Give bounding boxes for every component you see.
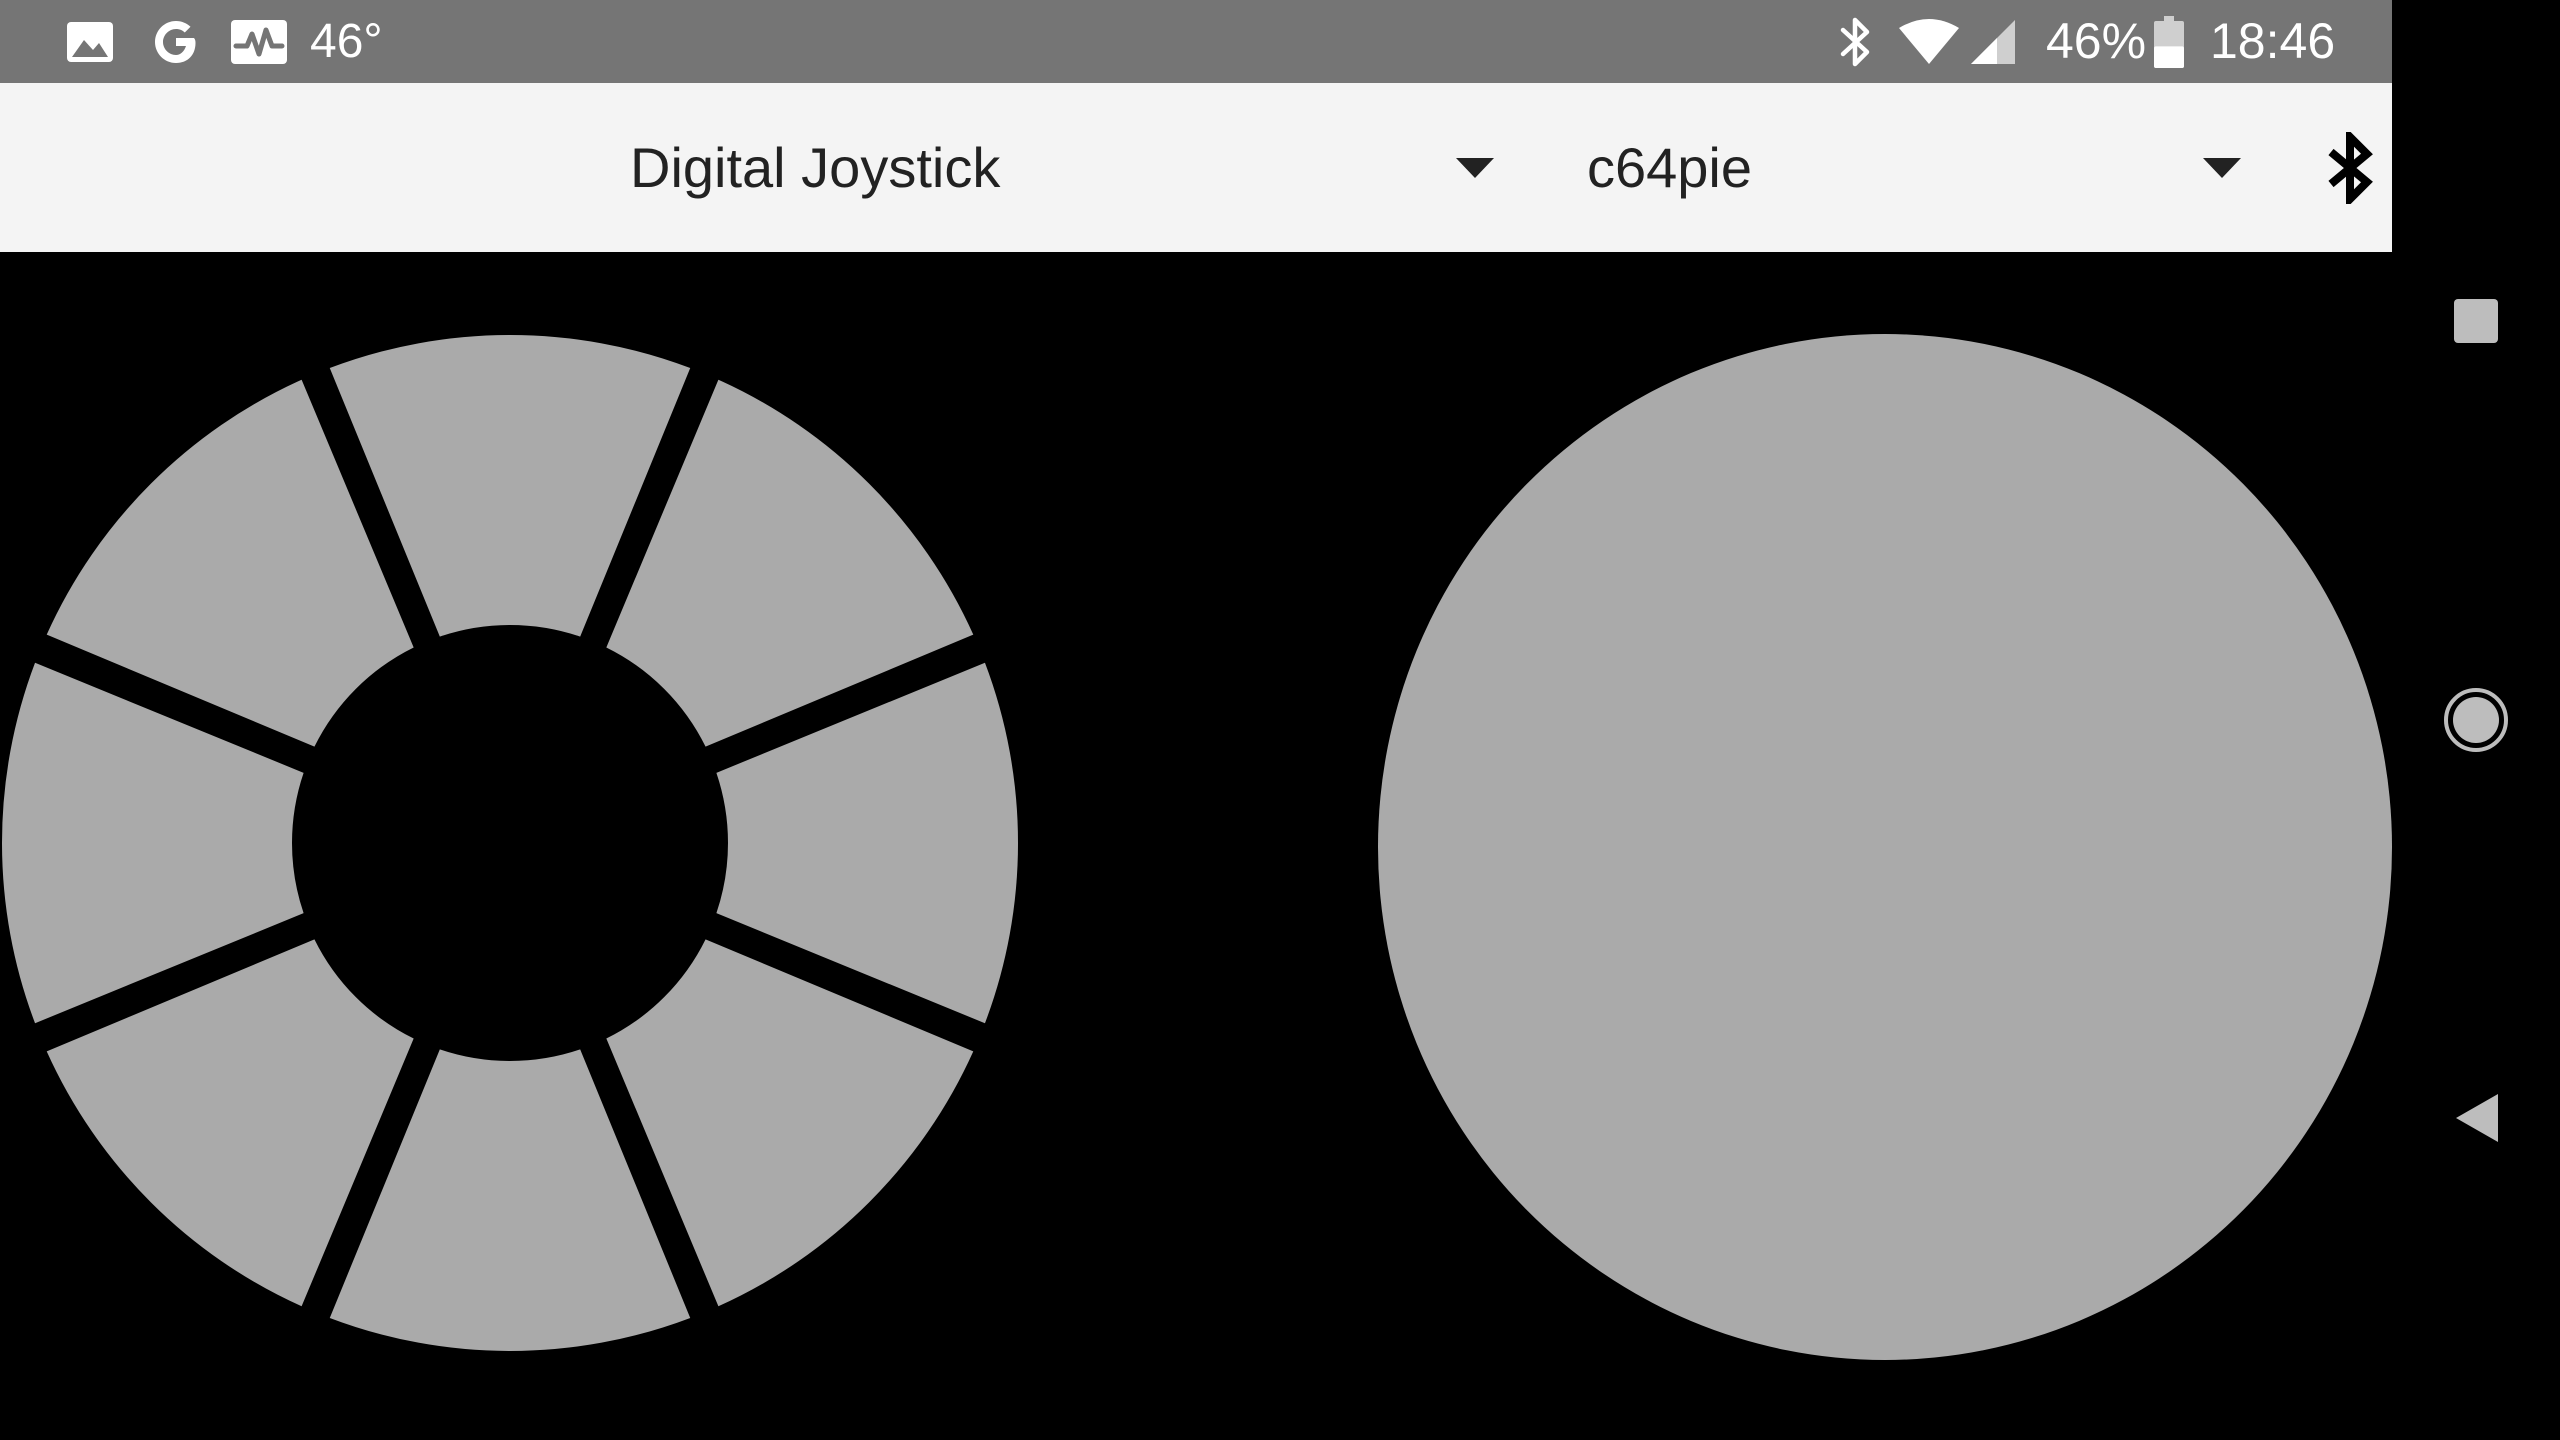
status-bar: 46° 46% 18:46 [0,0,2392,83]
chevron-down-icon [2203,158,2241,183]
bluetooth-icon [1836,0,1876,83]
recents-icon [2454,299,2498,343]
device-spinner-label: c64pie [1587,136,1753,199]
bluetooth-icon [2325,131,2375,204]
wifi-icon [1898,0,1960,83]
temperature-text: 46° [310,15,383,68]
chevron-down-icon [1456,158,1494,183]
google-icon [148,0,204,83]
dpad [1,335,1018,1351]
navigation-bar [2392,0,2560,1440]
home-icon [2443,687,2509,753]
activity-icon [230,0,288,83]
back-button[interactable] [2436,1078,2516,1158]
battery-icon [2152,0,2186,83]
mode-spinner[interactable]: Digital Joystick [620,83,1510,252]
recents-button[interactable] [2436,281,2516,361]
device-spinner[interactable]: c64pie [1575,83,2255,252]
home-button[interactable] [2436,680,2516,760]
back-icon [2454,1094,2498,1142]
toolbar: Digital Joystick c64pie [0,83,2392,252]
cell-signal-icon [1968,0,2018,83]
bluetooth-button[interactable] [2310,83,2390,252]
joystick-area [0,252,2392,1440]
battery-percent-text: 46% [2046,13,2147,69]
mode-spinner-label: Digital Joystick [630,136,1001,199]
image-icon [66,0,114,83]
clock-text: 18:46 [2210,13,2336,69]
screen: 46° 46% 18:46 Digital Joystick c64pie [0,0,2560,1440]
fire-button[interactable] [1378,334,2392,1360]
